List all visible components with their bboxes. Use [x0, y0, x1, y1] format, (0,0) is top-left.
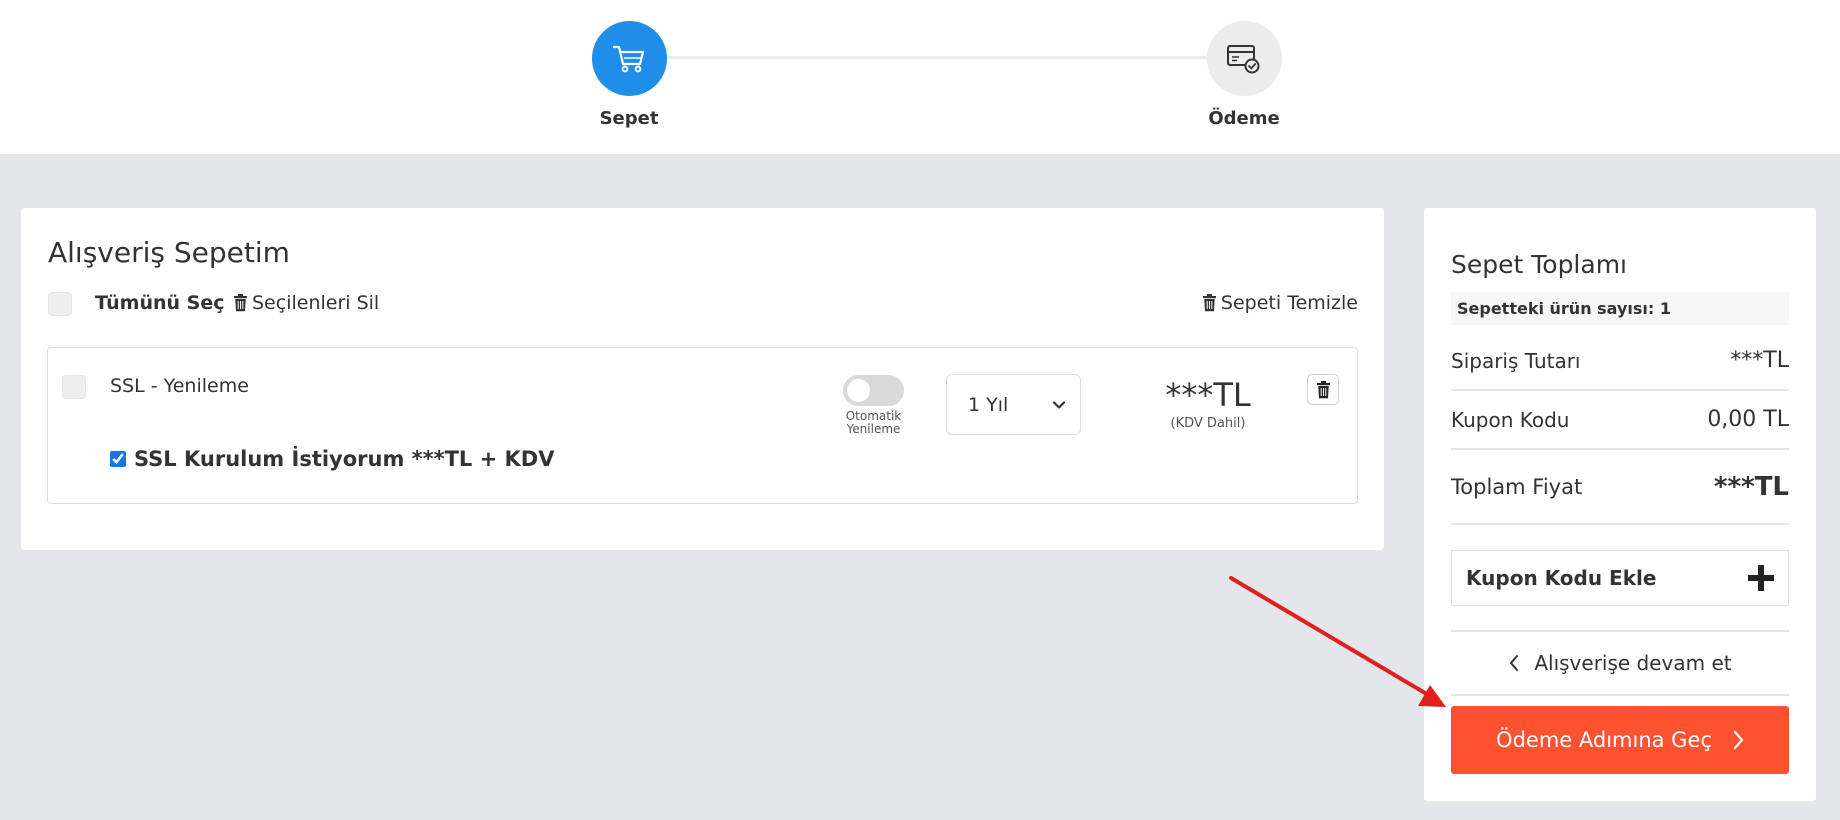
cart-title: Alışveriş Sepetim [48, 236, 290, 269]
clear-cart-button[interactable]: Sepeti Temizle [1202, 292, 1358, 314]
coupon-row: Kupon Kodu 0,00 TL [1451, 391, 1789, 450]
auto-renew-label-line2: Yenileme [846, 422, 901, 436]
step-cart-label: Sepet [599, 108, 659, 129]
trash-icon [1316, 380, 1330, 398]
order-amount-label: Sipariş Tutarı [1451, 348, 1581, 373]
add-coupon-label: Kupon Kodu Ekle [1466, 566, 1657, 590]
ssl-install-checkbox[interactable] [110, 451, 126, 467]
trash-icon [1202, 294, 1216, 312]
order-amount-row: Sipariş Tutarı ***TL [1451, 332, 1789, 391]
item-name: SSL - Yenileme [110, 375, 249, 397]
cart-summary-panel: Sepet Toplamı Sepetteki ürün sayısı: 1 S… [1424, 208, 1816, 801]
total-row: Toplam Fiyat ***TL [1451, 450, 1789, 525]
step-cart-circle [591, 21, 667, 96]
order-amount-value: ***TL [1730, 348, 1789, 373]
item-select-checkbox[interactable] [62, 375, 86, 399]
total-value: ***TL [1713, 471, 1789, 502]
payment-card-icon [1227, 44, 1260, 73]
step-payment-label: Ödeme [1208, 108, 1280, 129]
delete-selected-label: Seçilenleri Sil [252, 292, 380, 314]
auto-renew-label: Otomatik Yenileme [833, 410, 914, 436]
period-select[interactable]: 1 Yıl [946, 374, 1081, 435]
step-payment[interactable]: Ödeme [1184, 21, 1304, 129]
proceed-to-payment-button[interactable]: Ödeme Adımına Geç [1451, 706, 1789, 774]
period-selected-value: 1 Yıl [968, 393, 1009, 416]
toggle-knob [847, 379, 870, 402]
stepper-connector [662, 56, 1242, 59]
chevron-left-icon [1510, 655, 1519, 671]
checkout-stepper: Sepet Ödeme [0, 0, 1840, 154]
select-all-checkbox[interactable] [48, 292, 72, 316]
summary-title: Sepet Toplamı [1451, 250, 1628, 279]
cart-panel: Alışveriş Sepetim Tümünü Seç Seçilenleri… [21, 208, 1384, 550]
ssl-install-label: SSL Kurulum İstiyorum ***TL + KDV [134, 447, 555, 471]
select-all-label[interactable]: Tümünü Seç [95, 292, 225, 314]
continue-shopping-label: Alışverişe devam et [1534, 651, 1732, 675]
cart-item-row: SSL - Yenileme Otomatik Yenileme 1 Yıl *… [47, 347, 1358, 504]
continue-shopping-link[interactable]: Alışverişe devam et [1451, 630, 1789, 696]
coupon-value: 0,00 TL [1707, 407, 1789, 432]
total-label: Toplam Fiyat [1451, 474, 1583, 499]
coupon-label: Kupon Kodu [1451, 407, 1570, 432]
step-payment-circle [1206, 21, 1282, 96]
delete-selected-button[interactable]: Seçilenleri Sil [233, 292, 379, 314]
item-price-value: ***TL [1165, 376, 1251, 414]
auto-renew-label-line1: Otomatik [845, 409, 902, 423]
ssl-install-option[interactable]: SSL Kurulum İstiyorum ***TL + KDV [110, 447, 555, 471]
trash-icon [234, 294, 247, 312]
auto-renew-toggle[interactable] [843, 375, 904, 406]
proceed-to-payment-label: Ödeme Adımına Geç [1496, 728, 1712, 752]
step-cart[interactable]: Sepet [569, 21, 689, 129]
add-coupon-button[interactable]: Kupon Kodu Ekle [1451, 550, 1789, 606]
plus-icon [1748, 565, 1774, 591]
chevron-right-icon [1733, 730, 1744, 750]
item-count-banner: Sepetteki ürün sayısı: 1 [1451, 292, 1789, 325]
cart-icon [612, 45, 645, 72]
item-price: ***TL (KDV Dahil) [1148, 376, 1268, 431]
clear-cart-label: Sepeti Temizle [1220, 292, 1358, 314]
item-price-note: (KDV Dahil) [1170, 416, 1246, 431]
chevron-down-icon [1052, 400, 1066, 409]
item-delete-button[interactable] [1307, 374, 1339, 405]
